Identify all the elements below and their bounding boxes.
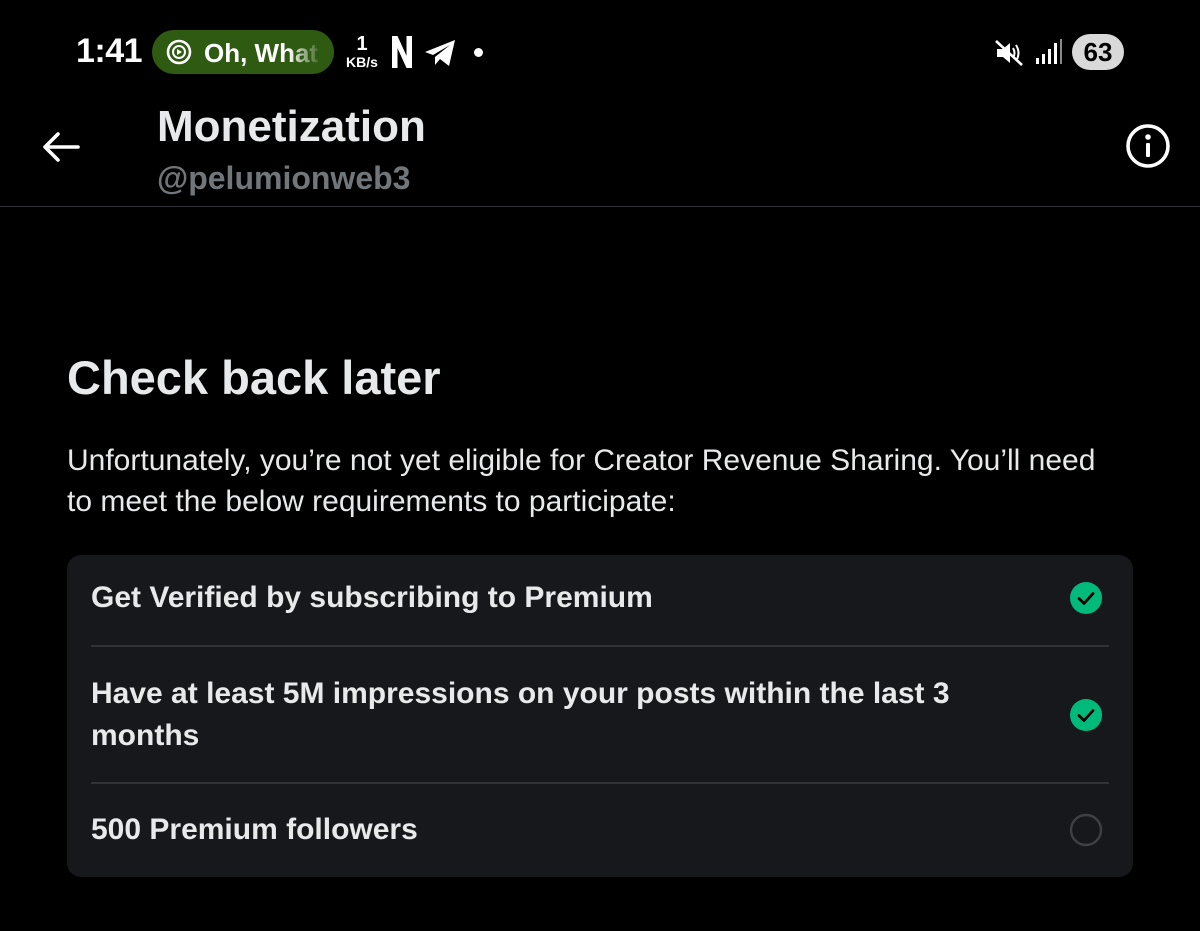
requirement-label: 500 Premium followers bbox=[91, 813, 418, 846]
notification-dot-icon bbox=[474, 48, 483, 57]
back-arrow-icon[interactable] bbox=[36, 122, 86, 172]
row-divider bbox=[91, 782, 1109, 784]
play-circle-icon bbox=[166, 39, 192, 65]
empty-circle-icon bbox=[1069, 813, 1103, 847]
mute-icon bbox=[995, 40, 1023, 66]
status-clock: 1:41 bbox=[76, 32, 143, 70]
requirement-label: Get Verified by subscribing to Premium bbox=[91, 581, 653, 614]
info-icon[interactable] bbox=[1124, 122, 1172, 170]
requirement-item-impressions: Have at least 5M impressions on your pos… bbox=[91, 673, 1109, 757]
telegram-icon bbox=[425, 40, 455, 66]
check-circle-icon bbox=[1070, 582, 1102, 614]
network-speed: 1 KB/s bbox=[342, 34, 382, 69]
signal-icon bbox=[1036, 39, 1062, 64]
requirements-card: Get Verified by subscribing to Premium H… bbox=[67, 555, 1133, 877]
media-playing-pill[interactable]: Oh, What bbox=[152, 30, 334, 74]
battery-level: 63 bbox=[1072, 34, 1124, 70]
page-title: Monetization bbox=[157, 102, 426, 151]
network-speed-value: 1 bbox=[356, 33, 368, 55]
requirement-item-followers: 500 Premium followers bbox=[91, 809, 1109, 851]
account-handle: @pelumionweb3 bbox=[157, 160, 411, 196]
status-bar: 1:41 Oh, What 1 KB/s 63 bbox=[0, 0, 1200, 100]
row-divider bbox=[91, 645, 1109, 647]
requirement-item-premium: Get Verified by subscribing to Premium bbox=[91, 577, 1109, 619]
section-heading: Check back later bbox=[67, 351, 441, 404]
eligibility-description: Unfortunately, you’re not yet eligible f… bbox=[67, 444, 1096, 518]
requirement-label: Have at least 5M impressions on your pos… bbox=[91, 677, 950, 752]
page-header: Monetization @pelumionweb3 bbox=[0, 100, 1200, 207]
check-circle-icon bbox=[1070, 699, 1102, 731]
netflix-icon bbox=[392, 36, 412, 68]
network-speed-unit: KB/s bbox=[346, 54, 378, 70]
